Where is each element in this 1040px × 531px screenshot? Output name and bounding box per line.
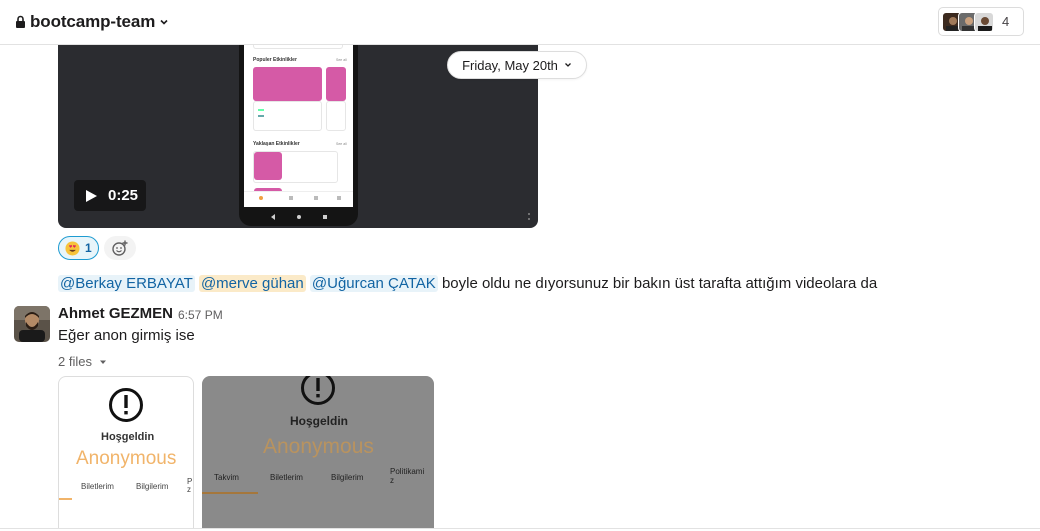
tab-label: Biletlerim xyxy=(270,473,303,482)
anonymous-text: Anonymous xyxy=(263,435,374,458)
lock-icon xyxy=(16,15,25,28)
screen-section-title-2: Yaklaşan Etkinlikler xyxy=(253,141,300,147)
author-avatar[interactable] xyxy=(14,306,50,342)
message-body: boyle oldu ne dıyorsunuz bir bakın üst t… xyxy=(441,275,878,292)
resize-handle-icon xyxy=(528,213,530,220)
event-card-image xyxy=(253,67,322,101)
tab-indicator xyxy=(202,492,258,494)
anonymous-text: Anonymous xyxy=(76,448,177,469)
chevron-down-icon xyxy=(160,19,168,25)
channel-name: bootcamp-team xyxy=(30,12,156,31)
date-label: Friday, May 20th xyxy=(462,57,558,73)
files-toggle[interactable]: 2 files xyxy=(58,354,107,369)
member-avatar xyxy=(974,11,994,32)
play-button[interactable]: 0:25 xyxy=(74,180,146,211)
caret-down-icon xyxy=(99,360,106,364)
mention-ugurcan[interactable]: @Uğurcan ÇATAK xyxy=(309,275,438,292)
image-attachment-2[interactable]: Hoşgeldin Anonymous Takvim Biletlerim Bi… xyxy=(202,376,434,531)
phone-mockup: Populer Etkinlikler See all Yaklaşan Etk… xyxy=(239,45,358,226)
play-icon xyxy=(86,189,97,202)
members-button[interactable]: 4 xyxy=(938,7,1024,36)
event-card-image xyxy=(326,67,346,101)
add-emoji-icon xyxy=(112,240,128,256)
tab-indicator xyxy=(59,498,72,500)
tab-label: P z xyxy=(187,477,193,494)
member-count: 4 xyxy=(1002,14,1010,29)
greeting-text: Hoşgeldin xyxy=(101,431,155,443)
event-card-image xyxy=(254,152,282,180)
alert-circle-icon xyxy=(301,376,335,405)
tab-label: Bilgilerim xyxy=(331,473,364,482)
channel-header: bootcamp-team 4 xyxy=(0,0,1040,45)
phone-navbar xyxy=(239,212,358,222)
screen-section-title: Populer Etkinlikler xyxy=(253,57,297,63)
date-divider-button[interactable]: Friday, May 20th xyxy=(447,51,587,79)
alert-circle-icon xyxy=(109,388,143,422)
message-author[interactable]: Ahmet GEZMEN xyxy=(58,305,173,322)
phone-screen: Populer Etkinlikler See all Yaklaşan Etk… xyxy=(244,45,353,207)
message-text: @Berkay ERBAYAT @merve gühan @Uğurcan ÇA… xyxy=(58,273,877,295)
add-reaction-button[interactable] xyxy=(104,236,136,260)
reaction-heart-eyes[interactable]: 1 xyxy=(58,236,99,260)
heart-eyes-emoji-icon xyxy=(65,240,80,256)
greeting-text: Hoşgeldin xyxy=(290,414,349,428)
chevron-down-icon xyxy=(564,63,571,67)
screen-see-all-2: See all xyxy=(336,142,347,146)
reaction-count: 1 xyxy=(85,241,92,255)
mention-berkay[interactable]: @Berkay ERBAYAT xyxy=(58,275,195,292)
message-timestamp[interactable]: 6:57 PM xyxy=(178,308,223,322)
screen-see-all: See all xyxy=(336,58,347,62)
tab-label: Bilgilerim xyxy=(136,482,169,491)
tab-label: Biletlerim xyxy=(81,482,114,491)
tab-label: Politikami z xyxy=(390,467,425,485)
channel-name-button[interactable]: bootcamp-team xyxy=(15,11,169,33)
mention-merve[interactable]: @merve gühan xyxy=(198,275,306,292)
files-label: 2 files xyxy=(58,354,92,369)
tab-label: Takvim xyxy=(214,473,239,482)
image-attachment-1[interactable]: Hoşgeldin Anonymous Biletlerim Bilgileri… xyxy=(58,376,194,531)
message-text-2: Eğer anon girmiş ise xyxy=(58,327,195,344)
video-duration: 0:25 xyxy=(108,187,139,204)
